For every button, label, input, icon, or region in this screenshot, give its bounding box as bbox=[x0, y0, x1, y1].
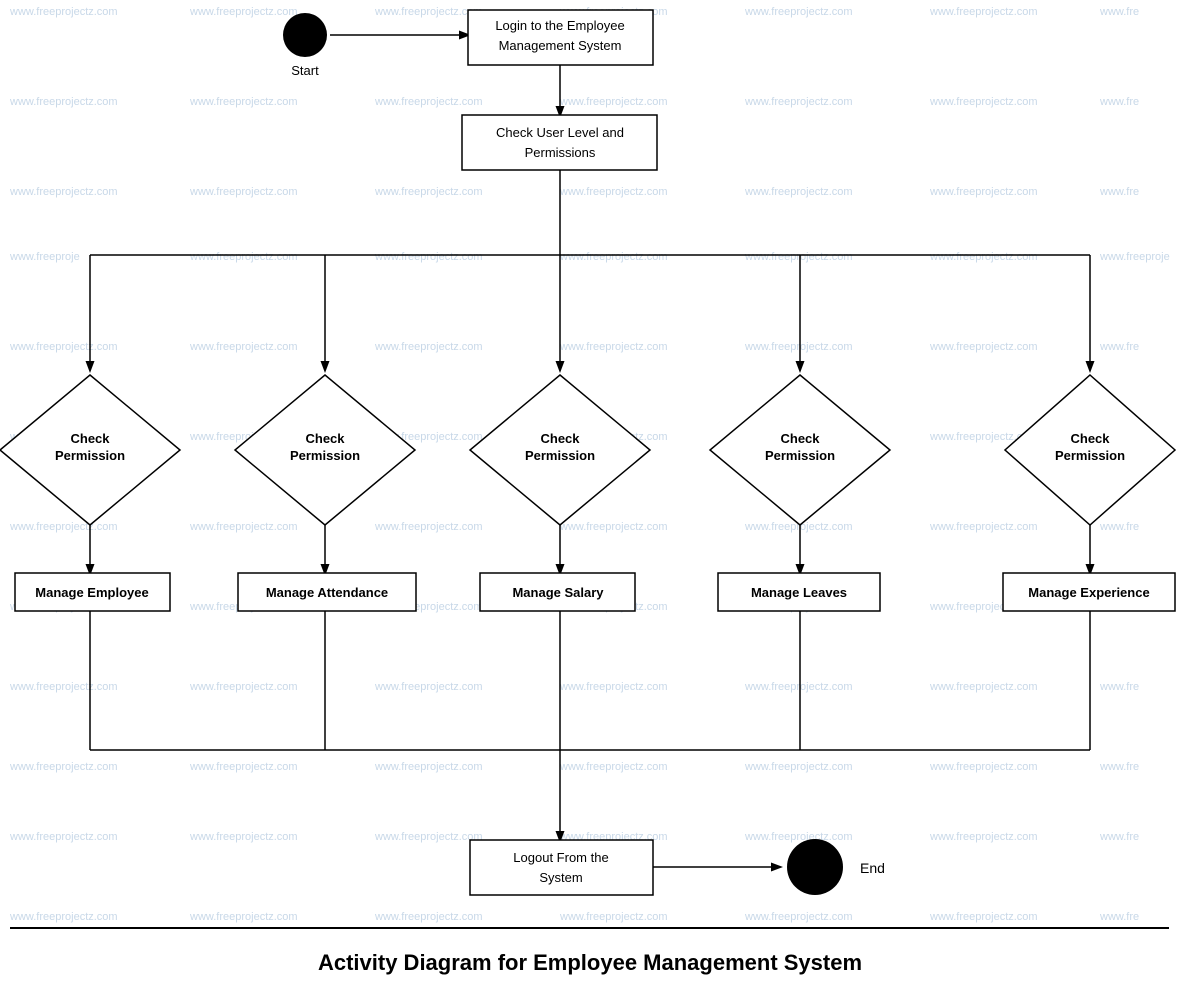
svg-text:www.freeprojectz.com: www.freeprojectz.com bbox=[9, 6, 118, 18]
check-user-level-text-1: Check User Level and bbox=[496, 125, 624, 140]
svg-text:www.freeprojectz.com: www.freeprojectz.com bbox=[374, 96, 483, 108]
diamond-5-text-1: Check bbox=[1070, 431, 1110, 446]
svg-text:www.freeprojectz.com: www.freeprojectz.com bbox=[929, 186, 1038, 198]
end-label: End bbox=[860, 860, 885, 876]
diamond-4-text-2: Permission bbox=[765, 448, 835, 463]
svg-text:www.freeprojectz.com: www.freeprojectz.com bbox=[559, 761, 668, 773]
manage-leaves-text: Manage Leaves bbox=[751, 585, 847, 600]
svg-text:www.freeprojectz.com: www.freeprojectz.com bbox=[189, 96, 298, 108]
svg-text:www.freeprojectz.com: www.freeprojectz.com bbox=[929, 521, 1038, 533]
svg-text:www.freeprojectz.com: www.freeprojectz.com bbox=[559, 521, 668, 533]
svg-text:www.freeprojectz.com: www.freeprojectz.com bbox=[559, 96, 668, 108]
svg-text:www.freeprojectz.com: www.freeprojectz.com bbox=[189, 681, 298, 693]
diamond-3-text-2: Permission bbox=[525, 448, 595, 463]
svg-text:www.freeproje: www.freeproje bbox=[1099, 251, 1170, 263]
svg-text:www.fre: www.fre bbox=[1099, 521, 1139, 533]
activity-diagram: www.freeprojectz.com www.freeprojectz.co… bbox=[0, 0, 1179, 994]
svg-text:www.freeprojectz.com: www.freeprojectz.com bbox=[9, 186, 118, 198]
svg-text:www.freeprojectz.com: www.freeprojectz.com bbox=[929, 761, 1038, 773]
svg-text:www.freeprojectz.com: www.freeprojectz.com bbox=[189, 831, 298, 843]
svg-text:www.freeprojectz.com: www.freeprojectz.com bbox=[189, 761, 298, 773]
svg-text:www.freeprojectz.com: www.freeprojectz.com bbox=[929, 251, 1038, 263]
svg-text:www.freeprojectz.com: www.freeprojectz.com bbox=[744, 6, 853, 18]
svg-text:www.fre: www.fre bbox=[1099, 6, 1139, 18]
diagram-container: www.freeprojectz.com www.freeprojectz.co… bbox=[0, 0, 1179, 994]
svg-text:www.freeprojectz.com: www.freeprojectz.com bbox=[744, 761, 853, 773]
svg-text:www.freeprojectz.com: www.freeprojectz.com bbox=[374, 186, 483, 198]
logout-node bbox=[470, 840, 653, 895]
svg-text:www.freeprojectz.com: www.freeprojectz.com bbox=[374, 521, 483, 533]
manage-attendance-text: Manage Attendance bbox=[266, 585, 388, 600]
diamond-1-text-1: Check bbox=[70, 431, 110, 446]
svg-text:www.freeproje: www.freeproje bbox=[9, 251, 80, 263]
login-text-1: Login to the Employee bbox=[495, 18, 624, 33]
start-node bbox=[283, 13, 327, 57]
svg-text:www.fre: www.fre bbox=[1099, 761, 1139, 773]
svg-text:www.freeprojectz.com: www.freeprojectz.com bbox=[374, 341, 483, 353]
svg-text:www.freeprojectz.com: www.freeprojectz.com bbox=[374, 6, 483, 18]
svg-text:www.freeprojectz.com: www.freeprojectz.com bbox=[929, 96, 1038, 108]
svg-text:www.freeprojectz.com: www.freeprojectz.com bbox=[929, 911, 1038, 923]
svg-text:www.freeprojectz.com: www.freeprojectz.com bbox=[559, 681, 668, 693]
svg-text:www.freeprojectz.com: www.freeprojectz.com bbox=[744, 681, 853, 693]
logout-text-2: System bbox=[539, 870, 582, 885]
diamond-2-text-1: Check bbox=[305, 431, 345, 446]
manage-salary-text: Manage Salary bbox=[512, 585, 604, 600]
svg-text:www.freeprojectz.com: www.freeprojectz.com bbox=[374, 761, 483, 773]
svg-text:www.freeprojectz.com: www.freeprojectz.com bbox=[9, 831, 118, 843]
svg-text:www.freeprojectz.com: www.freeprojectz.com bbox=[929, 341, 1038, 353]
svg-text:www.fre: www.fre bbox=[1099, 831, 1139, 843]
end-node bbox=[787, 839, 843, 895]
svg-text:www.fre: www.fre bbox=[1099, 96, 1139, 108]
svg-text:www.freeprojectz.com: www.freeprojectz.com bbox=[189, 521, 298, 533]
svg-text:www.freeprojectz.com: www.freeprojectz.com bbox=[189, 186, 298, 198]
svg-text:www.freeprojectz.com: www.freeprojectz.com bbox=[374, 911, 483, 923]
login-text-2: Management System bbox=[499, 38, 622, 53]
diamond-2-text-2: Permission bbox=[290, 448, 360, 463]
svg-text:www.freeprojectz.com: www.freeprojectz.com bbox=[9, 341, 118, 353]
diamond-1-text-2: Permission bbox=[55, 448, 125, 463]
svg-text:www.freeprojectz.com: www.freeprojectz.com bbox=[374, 681, 483, 693]
svg-text:www.freeprojectz.com: www.freeprojectz.com bbox=[744, 831, 853, 843]
svg-text:www.freeprojectz.com: www.freeprojectz.com bbox=[189, 341, 298, 353]
manage-employee-text: Manage Employee bbox=[35, 585, 148, 600]
svg-text:www.freeprojectz.com: www.freeprojectz.com bbox=[374, 831, 483, 843]
check-user-level-node bbox=[462, 115, 657, 170]
svg-text:www.freeprojectz.com: www.freeprojectz.com bbox=[929, 6, 1038, 18]
svg-text:www.fre: www.fre bbox=[1099, 341, 1139, 353]
start-label: Start bbox=[291, 63, 319, 78]
svg-text:www.freeprojectz.com: www.freeprojectz.com bbox=[559, 251, 668, 263]
svg-text:www.freeprojectz.com: www.freeprojectz.com bbox=[559, 341, 668, 353]
svg-text:www.freeprojectz.com: www.freeprojectz.com bbox=[374, 251, 483, 263]
check-user-level-text-2: Permissions bbox=[525, 145, 596, 160]
svg-text:www.freeprojectz.com: www.freeprojectz.com bbox=[744, 251, 853, 263]
diagram-title: Activity Diagram for Employee Management… bbox=[318, 950, 862, 975]
diamond-4-text-1: Check bbox=[780, 431, 820, 446]
svg-text:www.freeprojectz.com: www.freeprojectz.com bbox=[744, 96, 853, 108]
svg-text:www.fre: www.fre bbox=[1099, 186, 1139, 198]
svg-text:www.freeprojectz.com: www.freeprojectz.com bbox=[189, 251, 298, 263]
svg-text:www.freeprojectz.com: www.freeprojectz.com bbox=[744, 911, 853, 923]
svg-text:www.freeprojectz.com: www.freeprojectz.com bbox=[559, 186, 668, 198]
manage-experience-text: Manage Experience bbox=[1028, 585, 1149, 600]
svg-text:www.fre: www.fre bbox=[1099, 681, 1139, 693]
svg-text:www.freeprojectz.com: www.freeprojectz.com bbox=[9, 681, 118, 693]
svg-text:www.freeprojectz.com: www.freeprojectz.com bbox=[189, 6, 298, 18]
svg-text:www.freeprojectz.com: www.freeprojectz.com bbox=[9, 521, 118, 533]
svg-text:www.freeprojectz.com: www.freeprojectz.com bbox=[744, 341, 853, 353]
svg-text:www.freeprojectz.com: www.freeprojectz.com bbox=[9, 761, 118, 773]
svg-text:www.freeprojectz.com: www.freeprojectz.com bbox=[929, 681, 1038, 693]
svg-text:www.freeprojectz.com: www.freeprojectz.com bbox=[929, 831, 1038, 843]
diamond-5-text-2: Permission bbox=[1055, 448, 1125, 463]
svg-text:www.freeprojectz.com: www.freeprojectz.com bbox=[9, 911, 118, 923]
svg-text:www.freeprojectz.com: www.freeprojectz.com bbox=[559, 911, 668, 923]
diamond-3-text-1: Check bbox=[540, 431, 580, 446]
svg-text:www.fre: www.fre bbox=[1099, 911, 1139, 923]
logout-text-1: Logout From the bbox=[513, 850, 608, 865]
svg-text:www.freeprojectz.com: www.freeprojectz.com bbox=[744, 186, 853, 198]
svg-text:www.freeprojectz.com: www.freeprojectz.com bbox=[9, 96, 118, 108]
svg-text:www.freeprojectz.com: www.freeprojectz.com bbox=[189, 911, 298, 923]
